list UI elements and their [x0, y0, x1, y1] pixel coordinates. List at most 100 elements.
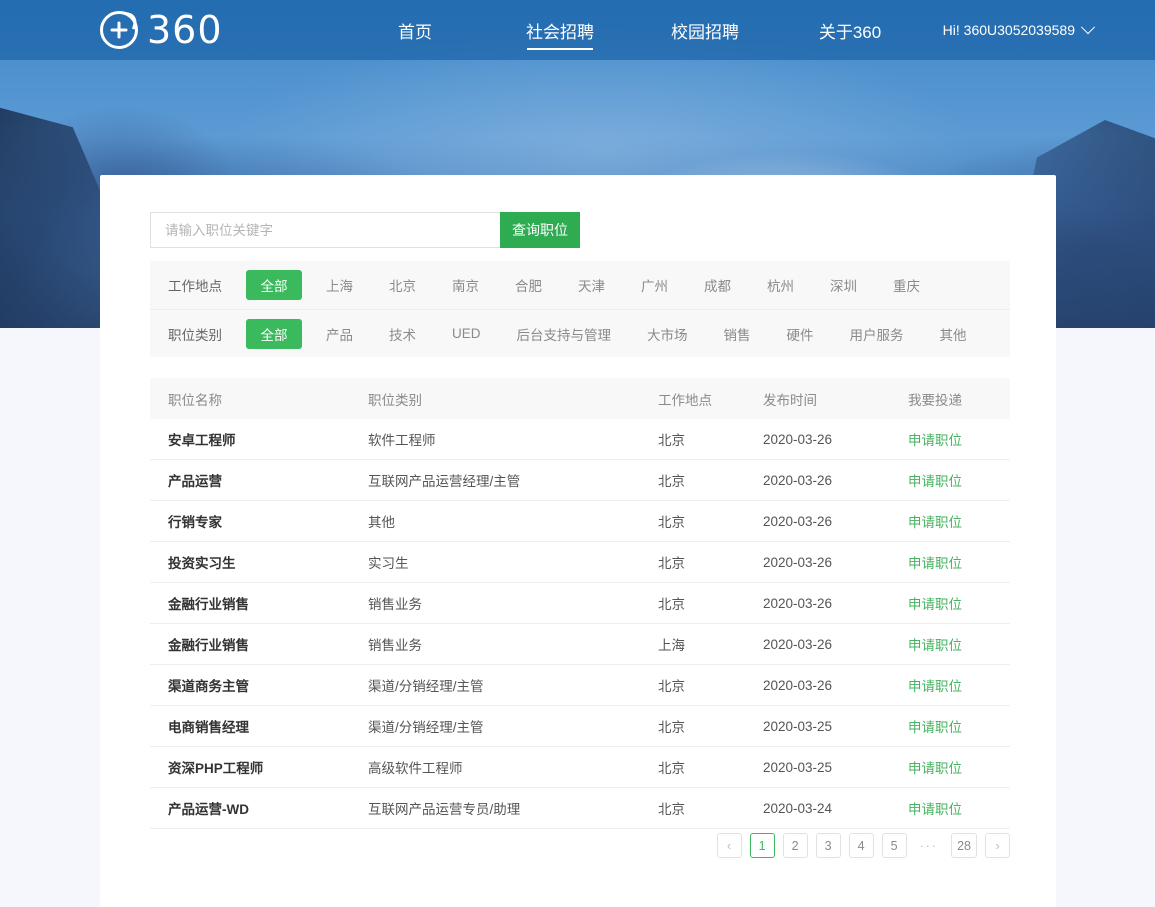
pagination-page-1[interactable]: 1 — [750, 833, 775, 858]
table-row[interactable]: 金融行业销售 销售业务 北京 2020-03-26 申请职位 — [150, 583, 1010, 624]
filter-location-guangzhou[interactable]: 广州 — [629, 270, 680, 300]
apply-link[interactable]: 申请职位 — [908, 720, 962, 735]
top-navigation-bar: 360 首页 社会招聘 校园招聘 关于360 Hi! 360U305203958… — [0, 0, 1155, 60]
job-location: 北京 — [658, 757, 763, 777]
filter-category-tech[interactable]: 技术 — [377, 319, 428, 349]
job-category: 互联网产品运营专员/助理 — [368, 798, 658, 818]
apply-link[interactable]: 申请职位 — [908, 761, 962, 776]
job-category: 高级软件工程师 — [368, 757, 658, 777]
job-title: 投资实习生 — [168, 552, 368, 572]
apply-link[interactable]: 申请职位 — [908, 556, 962, 571]
job-title: 金融行业销售 — [168, 634, 368, 654]
filter-location-chengdu[interactable]: 成都 — [692, 270, 743, 300]
pagination: ‹ 1 2 3 4 5 ··· 28 › — [717, 833, 1010, 858]
pagination-page-3[interactable]: 3 — [816, 833, 841, 858]
job-title: 金融行业销售 — [168, 593, 368, 613]
filter-location-hangzhou[interactable]: 杭州 — [755, 270, 806, 300]
job-date: 2020-03-26 — [763, 514, 908, 529]
pagination-page-2[interactable]: 2 — [783, 833, 808, 858]
job-list-card: 查询职位 工作地点 全部 上海 北京 南京 合肥 天津 广州 成都 杭州 深圳 … — [100, 175, 1056, 907]
filter-location-all[interactable]: 全部 — [246, 270, 302, 300]
table-row[interactable]: 电商销售经理 渠道/分销经理/主管 北京 2020-03-25 申请职位 — [150, 706, 1010, 747]
column-header-location: 工作地点 — [658, 389, 763, 409]
job-location: 北京 — [658, 675, 763, 695]
filter-category-product[interactable]: 产品 — [314, 319, 365, 349]
filter-row-location: 工作地点 全部 上海 北京 南京 合肥 天津 广州 成都 杭州 深圳 重庆 — [150, 261, 1010, 309]
job-category: 互联网产品运营经理/主管 — [368, 470, 658, 490]
pagination-page-5[interactable]: 5 — [882, 833, 907, 858]
table-row[interactable]: 产品运营 互联网产品运营经理/主管 北京 2020-03-26 申请职位 — [150, 460, 1010, 501]
filter-location-hefei[interactable]: 合肥 — [503, 270, 554, 300]
job-date: 2020-03-26 — [763, 432, 908, 447]
filter-category-backoffice[interactable]: 后台支持与管理 — [505, 319, 624, 349]
filter-category-other[interactable]: 其他 — [928, 319, 979, 349]
table-row[interactable]: 安卓工程师 软件工程师 北京 2020-03-26 申请职位 — [150, 419, 1010, 460]
360-logo-icon — [100, 11, 138, 49]
pagination-page-4[interactable]: 4 — [849, 833, 874, 858]
filter-location-shenzhen[interactable]: 深圳 — [818, 270, 869, 300]
job-date: 2020-03-26 — [763, 637, 908, 652]
apply-link[interactable]: 申请职位 — [908, 597, 962, 612]
pagination-next[interactable]: › — [985, 833, 1010, 858]
filter-category-ued[interactable]: UED — [440, 321, 493, 346]
filter-category-hardware[interactable]: 硬件 — [775, 319, 826, 349]
job-category: 渠道/分销经理/主管 — [368, 716, 658, 736]
filter-label-category: 职位类别 — [168, 324, 246, 344]
nav-item-social-hiring[interactable]: 社会招聘 — [488, 0, 633, 60]
apply-link[interactable]: 申请职位 — [908, 679, 962, 694]
table-row[interactable]: 产品运营-WD 互联网产品运营专员/助理 北京 2020-03-24 申请职位 — [150, 788, 1010, 829]
filter-row-category: 职位类别 全部 产品 技术 UED 后台支持与管理 大市场 销售 硬件 用户服务… — [150, 309, 1010, 357]
job-date: 2020-03-24 — [763, 801, 908, 816]
apply-link[interactable]: 申请职位 — [908, 433, 962, 448]
apply-link[interactable]: 申请职位 — [908, 474, 962, 489]
filter-location-shanghai[interactable]: 上海 — [314, 270, 365, 300]
job-date: 2020-03-26 — [763, 596, 908, 611]
table-row[interactable]: 投资实习生 实习生 北京 2020-03-26 申请职位 — [150, 542, 1010, 583]
job-category: 销售业务 — [368, 593, 658, 613]
pagination-prev[interactable]: ‹ — [717, 833, 742, 858]
site-logo[interactable]: 360 — [100, 0, 223, 60]
job-search-bar: 查询职位 — [150, 212, 580, 248]
apply-link[interactable]: 申请职位 — [908, 802, 962, 817]
job-date: 2020-03-26 — [763, 678, 908, 693]
job-date: 2020-03-26 — [763, 473, 908, 488]
filter-category-sales[interactable]: 销售 — [712, 319, 763, 349]
pagination-page-last[interactable]: 28 — [951, 833, 977, 858]
filter-location-nanjing[interactable]: 南京 — [440, 270, 491, 300]
nav-item-campus-hiring[interactable]: 校园招聘 — [633, 0, 778, 60]
filter-panel: 工作地点 全部 上海 北京 南京 合肥 天津 广州 成都 杭州 深圳 重庆 职位… — [150, 261, 1010, 357]
apply-link[interactable]: 申请职位 — [908, 638, 962, 653]
filter-category-marketing[interactable]: 大市场 — [635, 319, 700, 349]
job-date: 2020-03-26 — [763, 555, 908, 570]
job-category: 其他 — [368, 511, 658, 531]
user-menu[interactable]: Hi! 360U3052039589 — [943, 22, 1093, 38]
filter-location-beijing[interactable]: 北京 — [377, 270, 428, 300]
job-title: 电商销售经理 — [168, 716, 368, 736]
table-row[interactable]: 行销专家 其他 北京 2020-03-26 申请职位 — [150, 501, 1010, 542]
column-header-date: 发布时间 — [763, 389, 908, 409]
table-row[interactable]: 渠道商务主管 渠道/分销经理/主管 北京 2020-03-26 申请职位 — [150, 665, 1010, 706]
apply-link[interactable]: 申请职位 — [908, 515, 962, 530]
filter-location-chongqing[interactable]: 重庆 — [881, 270, 932, 300]
filter-category-all[interactable]: 全部 — [246, 319, 302, 349]
360-logo-tail — [120, 11, 138, 29]
filter-location-tianjin[interactable]: 天津 — [566, 270, 617, 300]
job-category: 软件工程师 — [368, 429, 658, 449]
table-row[interactable]: 资深PHP工程师 高级软件工程师 北京 2020-03-25 申请职位 — [150, 747, 1010, 788]
job-location: 北京 — [658, 716, 763, 736]
nav-item-home[interactable]: 首页 — [343, 0, 488, 60]
filter-category-user-service[interactable]: 用户服务 — [838, 319, 916, 349]
job-title: 行销专家 — [168, 511, 368, 531]
search-button[interactable]: 查询职位 — [500, 212, 580, 248]
job-category: 渠道/分销经理/主管 — [368, 675, 658, 695]
column-header-category: 职位类别 — [368, 389, 658, 409]
table-row[interactable]: 金融行业销售 销售业务 上海 2020-03-26 申请职位 — [150, 624, 1010, 665]
column-header-title: 职位名称 — [168, 389, 368, 409]
search-input[interactable] — [150, 212, 500, 248]
job-title: 资深PHP工程师 — [168, 757, 368, 777]
job-title: 安卓工程师 — [168, 429, 368, 449]
column-header-apply: 我要投递 — [908, 389, 1008, 409]
nav-item-about-360[interactable]: 关于360 — [778, 0, 923, 60]
job-title: 渠道商务主管 — [168, 675, 368, 695]
filter-label-location: 工作地点 — [168, 275, 246, 295]
